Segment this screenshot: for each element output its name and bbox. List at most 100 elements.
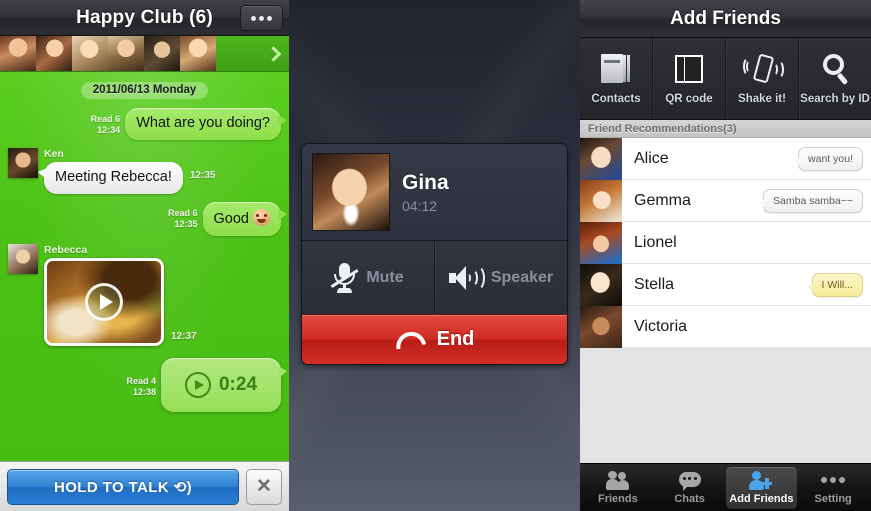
mute-button[interactable]: Mute [302, 241, 434, 314]
call-duration: 04:12 [402, 197, 438, 214]
list-item[interactable]: Alice want you! [580, 137, 871, 180]
avatar[interactable] [8, 148, 38, 178]
tab-label: Contacts [591, 93, 641, 105]
more-dots-icon [259, 15, 264, 21]
close-icon[interactable]: ✕ [246, 468, 282, 505]
chat-title-bar: Happy Club (6) [0, 0, 289, 36]
message-bubble[interactable]: Good [202, 202, 288, 236]
tab-shake-it[interactable]: Shake it! [725, 38, 798, 119]
tab-qr-code[interactable]: QR code [652, 38, 725, 119]
tab-search-by-id[interactable]: Search by ID [798, 38, 871, 119]
tab-chats[interactable]: Chats [654, 467, 726, 509]
friend-name: Victoria [634, 317, 688, 335]
message-time: 12:37 [171, 331, 197, 342]
end-call-button[interactable]: End [302, 314, 567, 364]
avatar[interactable] [580, 305, 622, 348]
tab-add-friends[interactable]: Add Friends [725, 466, 798, 509]
friend-name: Stella [634, 275, 675, 293]
end-label: End [436, 328, 475, 350]
contacts-book-icon [599, 52, 633, 86]
message-status: Read 6 12:35 [168, 208, 198, 229]
add-friends-panel: Add Friends Contacts QR code Shake it! S… [580, 0, 871, 511]
more-options-button[interactable] [240, 5, 283, 31]
tab-label: Chats [674, 492, 705, 505]
search-icon [818, 52, 852, 86]
microphone-muted-icon [331, 262, 359, 293]
voice-duration: 0:24 [218, 374, 258, 395]
play-icon[interactable] [85, 283, 123, 321]
avatar[interactable] [580, 221, 622, 264]
call-actions: Mute Speaker [302, 240, 567, 314]
screenshot-stage: Happy Club (6) 2011/06/13 Monday Read 61… [0, 0, 871, 511]
status-badge: Samba samba~~ [759, 188, 863, 213]
page-title: Happy Club (6) [76, 6, 213, 28]
message-sender: Ken [44, 148, 64, 160]
handset-icon [393, 329, 426, 350]
callee-name: Gina [402, 170, 449, 194]
more-dots-icon [821, 471, 846, 490]
list-item[interactable]: Stella I Will... [580, 263, 871, 306]
group-chat-panel: Happy Club (6) 2011/06/13 Monday Read 61… [0, 0, 289, 511]
message-row: Read 6 12:34 What are you doing? [8, 108, 287, 140]
message-row: Ken Meeting Rebecca! 12:35 [8, 148, 281, 194]
chevron-right-icon [265, 45, 282, 62]
message-bubble[interactable]: What are you doing? [125, 108, 287, 140]
chat-message-list[interactable]: 2011/06/13 Monday Read 6 12:34 What are y… [0, 72, 289, 478]
list-item[interactable]: Victoria [580, 305, 871, 348]
status-badge: I Will... [807, 272, 863, 297]
message-time: 12:35 [189, 170, 216, 181]
shake-phone-icon [743, 52, 784, 86]
message-row: Rebecca 12:37 [8, 244, 281, 346]
avatar[interactable] [72, 36, 108, 71]
speaker-button[interactable]: Speaker [434, 241, 567, 314]
tab-friends[interactable]: Friends [582, 467, 654, 509]
tab-label: Add Friends [729, 492, 794, 505]
date-divider: 2011/06/13 Monday [80, 82, 209, 99]
message-bubble[interactable]: Meeting Rebecca! [38, 162, 183, 194]
message-sender: Rebecca [44, 244, 88, 256]
tab-label: Shake it! [738, 93, 786, 105]
avatar[interactable] [108, 36, 144, 71]
message-text: What are you doing? [136, 115, 270, 131]
speaker-label: Speaker [490, 268, 554, 286]
play-circle-icon[interactable] [184, 372, 211, 398]
tab-label: Friends [598, 492, 638, 505]
avatar[interactable] [180, 36, 216, 71]
page-title: Add Friends [670, 7, 781, 29]
qr-code-icon [672, 52, 706, 86]
voice-message[interactable]: 0:24 [161, 358, 287, 412]
avatar[interactable] [580, 179, 622, 222]
avatar[interactable] [36, 36, 72, 71]
hold-to-talk-button[interactable]: HOLD TO TALK ⟲) [7, 468, 239, 505]
photo-message[interactable] [44, 258, 164, 346]
tab-label: Search by ID [800, 93, 870, 105]
avatar [312, 153, 390, 231]
friend-name: Alice [634, 149, 669, 167]
section-header: Friend Recommendations(3) [580, 120, 871, 138]
message-status: Read 6 12:34 [90, 114, 121, 135]
message-row: Read 4 12:38 0:24 [8, 358, 287, 412]
avatar[interactable] [580, 137, 622, 180]
list-item[interactable]: Lionel [580, 221, 871, 264]
message-status: Read 4 12:38 [126, 376, 156, 397]
list-item[interactable]: Gemma Samba samba~~ [580, 179, 871, 222]
callee-info: Gina 04:12 [402, 171, 449, 214]
avatar[interactable] [0, 36, 36, 71]
call-card: Gina 04:12 Mute Speaker End [301, 143, 568, 365]
tab-contacts[interactable]: Contacts [580, 38, 652, 119]
member-avatar-strip[interactable] [0, 36, 289, 72]
mute-label: Mute [366, 268, 404, 286]
avatar[interactable] [8, 244, 38, 274]
bottom-tab-bar: Friends Chats Add Friends Setting [580, 463, 871, 511]
friend-name: Gemma [634, 191, 691, 209]
message-text: Good [213, 211, 249, 227]
avatar[interactable] [144, 36, 180, 71]
friend-recommendation-list: Alice want you! Gemma Samba samba~~ Lion… [580, 137, 871, 348]
tab-setting[interactable]: Setting [797, 467, 869, 509]
avatar[interactable] [580, 263, 622, 306]
more-dots-icon [251, 15, 256, 21]
speaker-icon [448, 264, 485, 291]
tab-label: Setting [814, 492, 852, 505]
friends-icon [605, 470, 630, 490]
voice-call-panel: Gina 04:12 Mute Speaker End [289, 0, 580, 511]
